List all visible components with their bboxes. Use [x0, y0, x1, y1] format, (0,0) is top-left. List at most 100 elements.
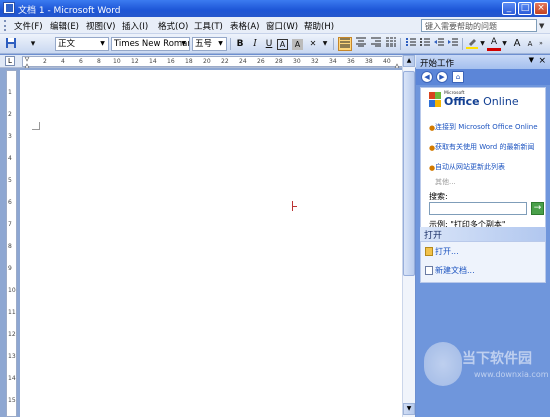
menu-help[interactable]: 帮助(H)	[304, 20, 334, 32]
formatting-toolbar: ▾ 正文 ▼ Times New Roman ▼ 五号 ▼ B I U A A ✕ ▼…	[0, 34, 550, 54]
chevron-down-icon[interactable]: ▼	[318, 37, 332, 51]
ruler-number: 26	[257, 58, 265, 65]
menu-format[interactable]: 格式(O)	[158, 20, 188, 32]
back-icon[interactable]: ◀	[421, 71, 433, 83]
logo-office: Office	[444, 95, 480, 108]
italic-button[interactable]: I	[248, 37, 262, 51]
vruler-number: 4	[8, 155, 12, 162]
minimize-button[interactable]: _	[502, 2, 516, 15]
help-search-input[interactable]: 键入需要帮助的问题	[421, 19, 537, 32]
menu-view[interactable]: 视图(V)	[86, 20, 115, 32]
document-page[interactable]	[20, 70, 402, 417]
menu-table[interactable]: 表格(A)	[230, 20, 259, 32]
horizontal-ruler[interactable]: 2 4 6 8 10 12 14 16 18 20 22 24 26 28 30…	[22, 56, 408, 68]
chevron-down-icon[interactable]: ▼	[529, 56, 534, 64]
horizontal-ruler-row: L 2 4 6 8 10 12 14 16 18 20 22 24 26 28 …	[0, 55, 418, 68]
home-icon[interactable]: ⌂	[452, 71, 464, 83]
word-app-icon[interactable]	[3, 2, 15, 14]
scroll-thumb[interactable]	[403, 71, 415, 276]
chevron-down-icon[interactable]: ▼	[479, 37, 486, 51]
vertical-ruler[interactable]: 1 2 3 4 5 6 7 8 9 10 11 12 13 14 15	[6, 70, 17, 417]
toolbar-separator	[400, 38, 401, 50]
maximize-button[interactable]: □	[518, 2, 532, 15]
menu-tools[interactable]: 工具(T)	[194, 20, 223, 32]
align-justify-button[interactable]	[338, 37, 352, 51]
vruler-number: 15	[8, 397, 16, 404]
latest-news-link[interactable]: 获取有关使用 Word 的最新新闻	[435, 143, 543, 151]
align-center-button[interactable]	[354, 37, 368, 51]
search-label: 搜索:	[429, 192, 448, 201]
font-dropdown[interactable]: Times New Roman ▼	[111, 37, 190, 51]
ruler-number: 32	[311, 58, 319, 65]
distribute-button[interactable]	[384, 37, 398, 51]
char-shading-button[interactable]: A	[292, 39, 303, 50]
shrink-font-button[interactable]: A	[523, 37, 537, 51]
vruler-number: 10	[8, 287, 16, 294]
toolbar-separator	[333, 38, 334, 50]
bullets-button[interactable]	[418, 37, 432, 51]
ruler-number: 4	[61, 58, 65, 65]
chevron-down-icon[interactable]: ▼	[501, 37, 508, 51]
decrease-indent-button[interactable]	[432, 37, 446, 51]
ruler-number: 34	[329, 58, 337, 65]
toolbar-separator	[462, 38, 463, 50]
align-right-button[interactable]	[369, 37, 383, 51]
toolbar-options-icon[interactable]: ▾	[22, 37, 44, 51]
numbering-button[interactable]	[404, 37, 418, 51]
open-section-header[interactable]: 打开	[420, 227, 546, 241]
connect-office-online-link[interactable]: 连接到 Microsoft Office Online	[435, 123, 543, 131]
toolbar-separator	[230, 38, 231, 50]
bold-button[interactable]: B	[233, 37, 247, 51]
watermark-logo: 当下软件园 www.downxia.com	[422, 336, 549, 396]
scroll-down-icon[interactable]: ▼	[403, 403, 415, 415]
highlight-icon[interactable]	[465, 37, 479, 51]
ruler-number: 6	[79, 58, 83, 65]
menu-edit[interactable]: 编辑(E)	[50, 20, 79, 32]
menu-window[interactable]: 窗口(W)	[266, 20, 298, 32]
ruler-number: 22	[221, 58, 229, 65]
task-pane-header: 开始工作 ▼ ×	[416, 55, 550, 69]
style-dropdown[interactable]: 正文 ▼	[55, 37, 109, 51]
window-title: 文档 1 - Microsoft Word	[18, 6, 121, 16]
folder-icon	[425, 247, 433, 256]
grow-font-button[interactable]: A	[510, 37, 524, 51]
underline-button[interactable]: U	[262, 37, 276, 51]
scroll-up-icon[interactable]: ▲	[403, 55, 415, 67]
toolbar-overflow-icon[interactable]: »	[537, 37, 545, 51]
vruler-number: 9	[8, 265, 12, 272]
vruler-number: 8	[8, 243, 12, 250]
menu-file[interactable]: 文件(F)	[14, 20, 43, 32]
ruler-number: 16	[167, 58, 175, 65]
ruler-number: 10	[113, 58, 121, 65]
vruler-number: 13	[8, 353, 16, 360]
ruler-number: 12	[131, 58, 139, 65]
font-size-dropdown[interactable]: 五号 ▼	[192, 37, 227, 51]
font-color-button[interactable]: A	[487, 37, 501, 51]
char-border-button[interactable]: A	[277, 39, 288, 50]
ruler-number: 14	[149, 58, 157, 65]
menu-grip-icon[interactable]	[4, 20, 7, 31]
title-bar: 文档 1 - Microsoft Word _ □ ×	[0, 0, 550, 17]
tab-selector[interactable]: L	[5, 56, 15, 66]
vruler-number: 14	[8, 375, 16, 382]
vruler-number: 11	[8, 309, 16, 316]
menu-insert[interactable]: 插入(I)	[122, 20, 148, 32]
watermark-icon	[424, 342, 462, 386]
open-file-link[interactable]: 打开...	[435, 246, 459, 257]
chevron-down-icon: ▼	[100, 40, 105, 47]
vruler-number: 3	[8, 133, 12, 140]
forward-icon[interactable]: ▶	[436, 71, 448, 83]
search-go-button[interactable]: →	[531, 202, 544, 215]
close-button[interactable]: ×	[534, 2, 548, 15]
chevron-down-icon: ▼	[218, 40, 223, 47]
help-dropdown-icon[interactable]: ▼	[539, 22, 544, 30]
increase-indent-button[interactable]	[446, 37, 460, 51]
new-document-link[interactable]: 新建文档...	[435, 265, 475, 276]
ruler-number: 2	[43, 58, 47, 65]
task-pane-close-button[interactable]: ×	[538, 56, 546, 66]
save-icon[interactable]	[4, 37, 18, 51]
auto-update-link[interactable]: 自动从网站更新此列表	[435, 163, 543, 171]
more-link[interactable]: 其他...	[435, 178, 456, 186]
search-input[interactable]	[429, 202, 527, 215]
vertical-scrollbar[interactable]: ▲ ▼	[402, 55, 415, 417]
